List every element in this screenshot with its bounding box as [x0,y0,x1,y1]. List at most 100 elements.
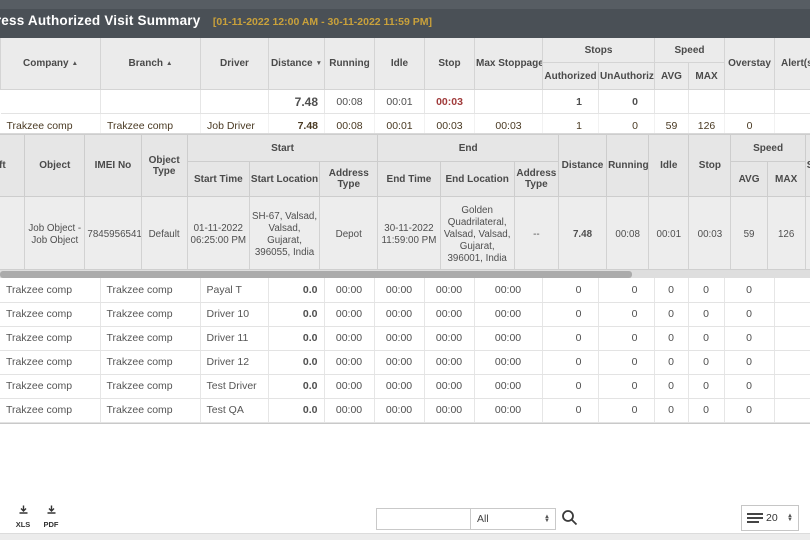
cell-max: 126 [767,197,805,273]
col-header-distance[interactable]: Distance▼ [269,38,325,90]
cell-overstay: 0 [724,326,774,350]
cell-start-address-type: Depot [320,197,378,273]
driver-row[interactable]: Trakzee compTrakzee compDriver 100.000:0… [0,302,810,326]
col-header-running[interactable]: Running [325,38,375,90]
col-header-alerts[interactable]: Alert(s) [775,38,810,90]
col-header-branch[interactable]: Branch▲ [101,38,201,90]
detail-col-header-stoppage: Stoppage [805,135,810,197]
cell-avg: 0 [654,374,688,398]
cell-idle: 00:00 [374,398,424,422]
col-header-idle[interactable]: Idle [375,38,425,90]
cell-idle: 00:01 [649,197,689,273]
download-icon [18,505,29,516]
cell-alerts [774,374,810,398]
cell-driver: Test QA [200,398,268,422]
summary-row[interactable]: 7.4800:0800:0100:0310 [1,90,810,114]
cell-stop: 00:03 [689,197,731,273]
cell-driver: Driver 10 [200,302,268,326]
cell-stop: 00:00 [424,350,474,374]
cell-avg [655,90,689,114]
page-size-select[interactable]: 20 ▲▼ [741,505,799,531]
scrollbar-thumb[interactable] [0,271,632,278]
detail-col-header-object: Object [25,135,85,197]
cell-alerts [774,302,810,326]
rows-table: Trakzee compTrakzee compPayal T0.000:000… [0,278,810,423]
col-label-distance: Distance [271,58,313,69]
cell-branch: Trakzee comp [100,374,200,398]
detail-col-header-end-time: End Time [378,162,440,197]
detail-col-header-running: Running [607,135,649,197]
report-date-range: [01-11-2022 12:00 AM - 30-11-2022 11:59 … [213,16,432,28]
search-button[interactable] [561,509,578,531]
cell-idle: 00:00 [374,350,424,374]
cell-distance: 0.0 [268,302,324,326]
cell-stop: 00:00 [424,374,474,398]
cell-alerts [774,278,810,302]
search-input[interactable] [376,508,474,530]
cell-max-stoppage [475,90,543,114]
detail-group-header-end: End [378,135,559,162]
cell-distance: 0.0 [268,374,324,398]
detail-col-header-distance: Distance [558,135,606,197]
detail-col-header-avg: AVG [731,162,767,197]
col-header-driver[interactable]: Driver [201,38,269,90]
driver-row[interactable]: Trakzee compTrakzee compDriver 120.000:0… [0,350,810,374]
cell-overstay: 0 [724,374,774,398]
select-spinner-icon: ▲▼ [544,515,555,523]
cell-running: 00:00 [324,326,374,350]
cell-max-stoppage: 00:00 [474,326,542,350]
driver-row[interactable]: Trakzee compTrakzee compPayal T0.000:000… [0,278,810,302]
detail-col-header-start-time: Start Time [187,162,249,197]
cell-object-type: Default [141,197,187,273]
cell-running: 00:00 [324,278,374,302]
page-size-spinner-icon: ▲▼ [787,514,798,522]
export-xls-button[interactable]: XLS [10,503,36,529]
detail-col-header-start-location: Start Location [249,162,319,197]
col-header-max-stoppage[interactable]: Max Stoppage [475,38,543,90]
cell-start-time: 01-11-2022 06:25:00 PM [187,197,249,273]
cell-idle: 00:00 [374,326,424,350]
cell-driver: Payal T [200,278,268,302]
cell-driver [201,90,269,114]
col-label-driver: Driver [220,58,249,69]
detail-group-header-start: Start [187,135,378,162]
col-header-authorized[interactable]: Authorized [543,63,599,90]
driver-row[interactable]: Trakzee compTrakzee compTest Driver0.000… [0,374,810,398]
main-table-rows-body: Trakzee compTrakzee compPayal T0.000:000… [0,278,810,422]
cell-stop: 00:00 [424,398,474,422]
col-header-avg[interactable]: AVG [655,63,689,90]
page-title: Address Authorized Visit Summary [0,13,200,28]
driver-row[interactable]: Trakzee compTrakzee compDriver 110.000:0… [0,326,810,350]
sort-desc-icon: ▼ [316,60,322,67]
cell-max-stoppage: 00:00 [474,278,542,302]
cell-overstay [725,90,775,114]
col-header-unauthorized[interactable]: UnAuthorized [599,63,655,90]
cell-unauthorized: 0 [599,90,655,114]
col-label-branch: Branch [129,58,163,69]
col-header-stop[interactable]: Stop [425,38,475,90]
cell-max [689,90,725,114]
cell-authorized: 0 [542,302,598,326]
detail-panel: Shift Object IMEI No Object Type Start E… [0,133,810,279]
cell-avg: 0 [654,302,688,326]
export-pdf-button[interactable]: PDF [38,503,64,529]
col-header-overstay[interactable]: Overstay [725,38,775,90]
sort-asc-icon: ▲ [166,60,172,67]
report-screen: Address Authorized Visit Summary [01-11-… [0,0,810,540]
cell-unauthorized: 0 [598,278,654,302]
cell-avg: 0 [654,350,688,374]
driver-row[interactable]: Trakzee compTrakzee compTest QA0.000:000… [0,398,810,422]
cell-distance: 7.48 [269,90,325,114]
main-table-wrapper: Company▲ Branch▲ Driver Distance▼ Runnin… [0,38,810,138]
xls-label: XLS [10,520,36,529]
cell-stop: 00:03 [425,90,475,114]
detail-row[interactable]: -Job Object - Job Object78459565412Defau… [0,197,810,273]
col-header-company[interactable]: Company▲ [1,38,101,90]
cell-authorized: 1 [543,90,599,114]
search-field-select[interactable]: All ▲▼ [470,508,556,530]
main-table-top-body: 7.4800:0800:0100:0310Trakzee compTrakzee… [1,90,810,138]
col-header-max[interactable]: MAX [689,63,725,90]
cell-max: 0 [688,398,724,422]
cell-stop: 00:00 [424,326,474,350]
cell-branch: Trakzee comp [100,350,200,374]
